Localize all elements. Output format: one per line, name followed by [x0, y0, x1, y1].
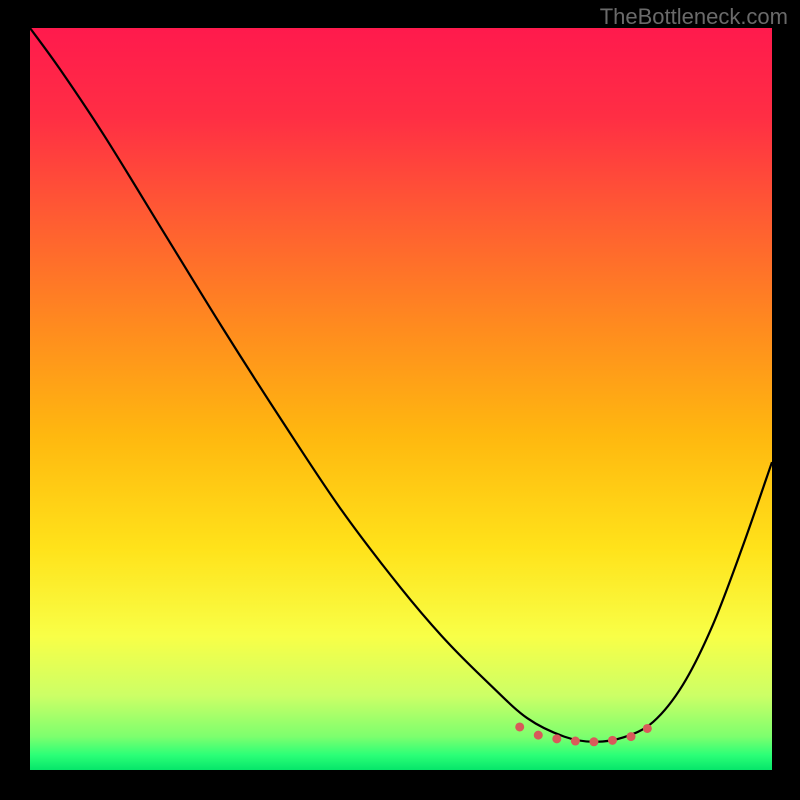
valley-marker [515, 722, 524, 731]
valley-markers [30, 28, 772, 770]
valley-marker [589, 737, 598, 746]
valley-marker [643, 724, 652, 733]
plot-area [30, 28, 772, 770]
watermark-text: TheBottleneck.com [600, 4, 788, 30]
chart-container: TheBottleneck.com [0, 0, 800, 800]
valley-marker [552, 734, 561, 743]
valley-marker [534, 731, 543, 740]
valley-marker [571, 737, 580, 746]
valley-marker [608, 736, 617, 745]
valley-marker [627, 732, 636, 741]
